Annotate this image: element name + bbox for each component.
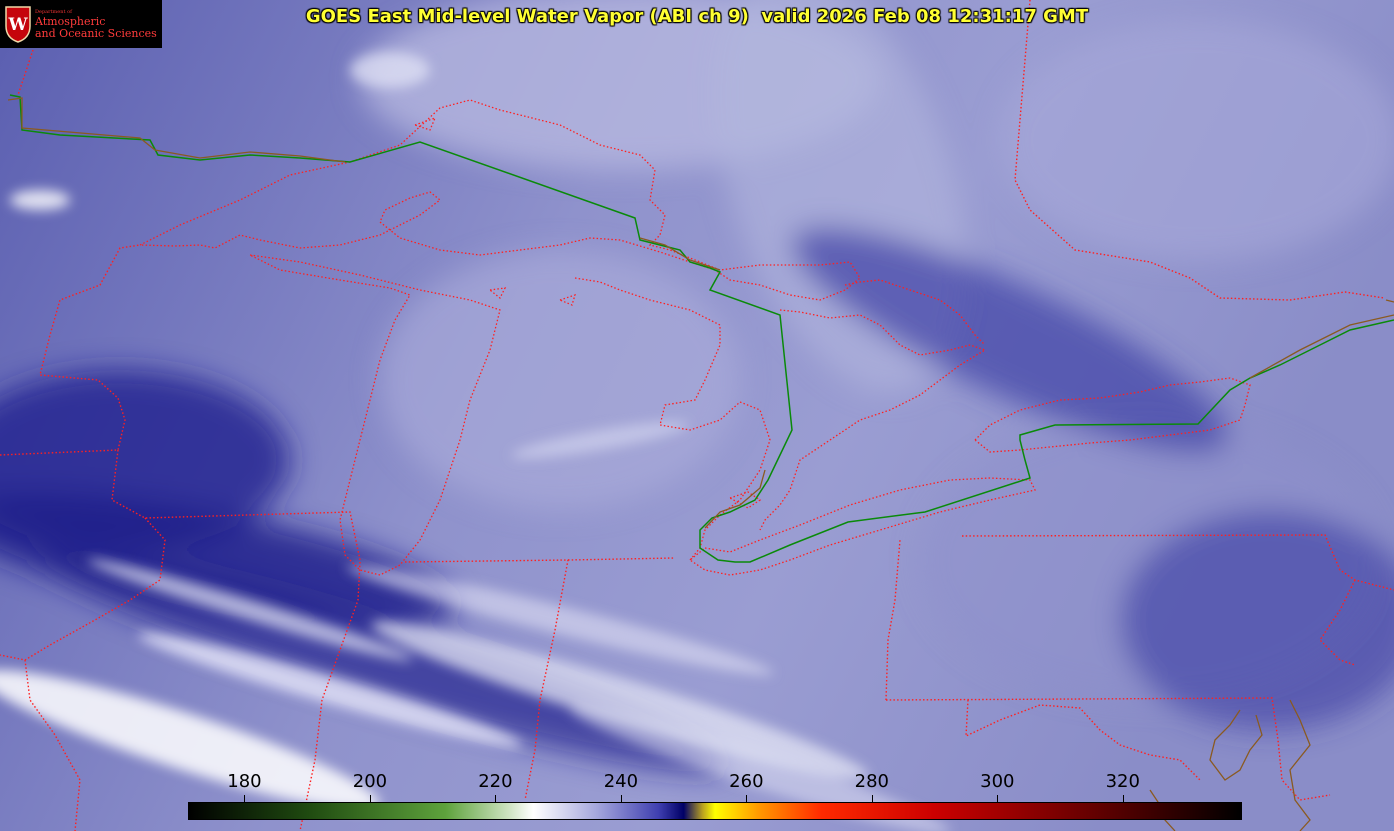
colorbar-tick-mark [872, 795, 873, 802]
colorbar-tick-label: 320 [1105, 771, 1140, 792]
colorbar-tick-mark [997, 795, 998, 802]
image-title: GOES East Mid-level Water Vapor (ABI ch … [305, 6, 1089, 27]
colorbar-tick-label: 200 [352, 771, 388, 792]
colorbar-tick-mark [370, 795, 371, 802]
temperature-colorbar [188, 802, 1242, 820]
colorbar-tick-mark [244, 795, 245, 802]
colorbar-tick-label: 280 [854, 771, 890, 792]
colorbar-tick-mark [621, 795, 622, 802]
colorbar-tick-mark [1123, 795, 1124, 802]
logo-line3: and Oceanic Sciences [35, 26, 157, 40]
colorbar-tick-label: 260 [729, 771, 764, 792]
colorbar-tick-label: 300 [980, 771, 1015, 792]
colorbar-tick-label: 180 [227, 771, 262, 792]
colorbar-tick-mark [495, 795, 496, 802]
water-vapor-map [0, 0, 1394, 831]
colorbar-tick-label: 220 [478, 771, 513, 792]
colorbar-tick-label: 240 [603, 771, 639, 792]
colorbar-tick-mark [746, 795, 747, 802]
